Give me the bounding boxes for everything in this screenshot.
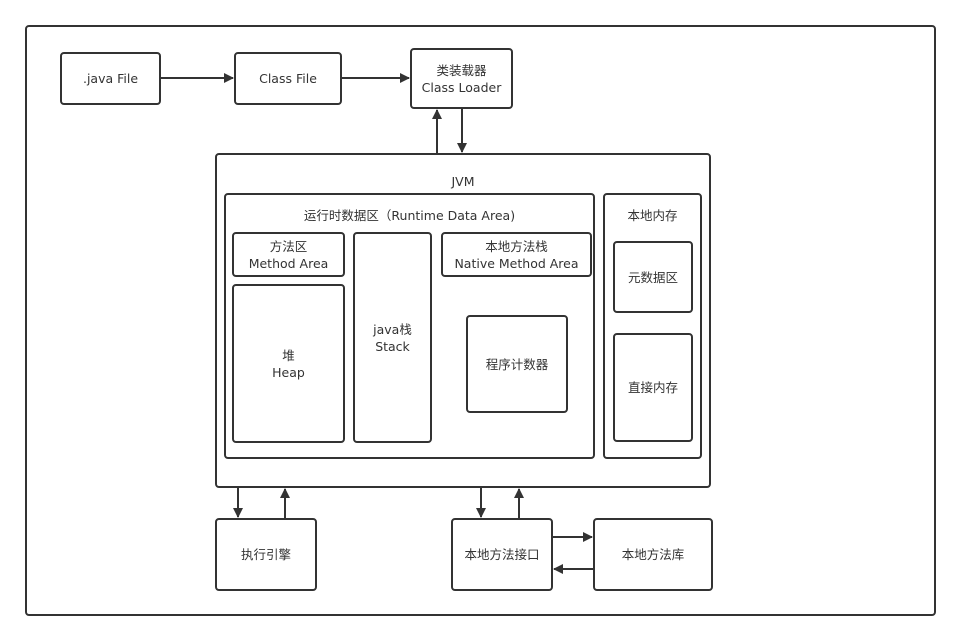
jvm-architecture-diagram: .java File Class File 类装载器 Class Loader … — [0, 0, 960, 641]
arrows-layer — [161, 73, 593, 574]
